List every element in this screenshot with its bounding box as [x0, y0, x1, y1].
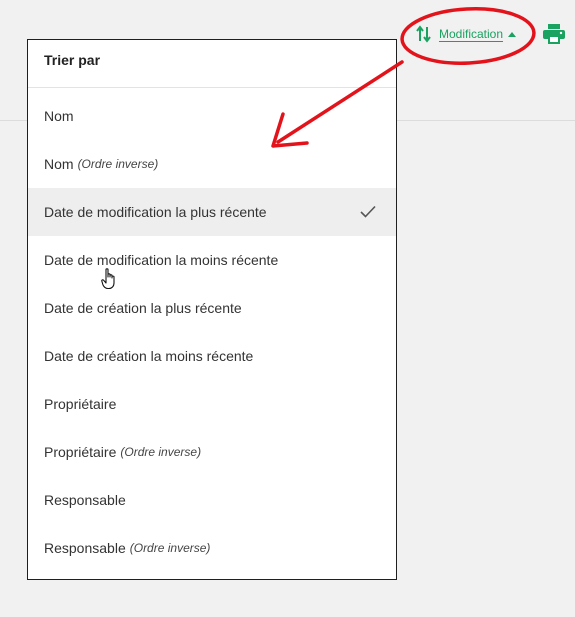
option-label: Date de création la moins récente — [44, 348, 254, 364]
option-note: (Ordre inverse) — [129, 541, 211, 555]
checkmark-icon — [360, 205, 376, 221]
dropdown-title: Trier par — [28, 40, 396, 88]
print-button[interactable] — [543, 24, 565, 49]
sort-options-list: Nom Nom (Ordre inverse) Date de modifica… — [28, 88, 396, 572]
sort-button[interactable]: Modification — [416, 22, 517, 46]
option-label: Nom — [44, 156, 74, 172]
option-label: Responsable — [44, 492, 126, 508]
sort-option-modified-newest[interactable]: Date de modification la plus récente — [28, 188, 396, 236]
option-label: Responsable — [44, 540, 126, 556]
sort-option-owner[interactable]: Propriétaire — [28, 380, 396, 428]
sort-option-name-reverse[interactable]: Nom (Ordre inverse) — [28, 140, 396, 188]
option-note: (Ordre inverse) — [120, 445, 202, 459]
option-label: Nom — [44, 108, 74, 124]
sort-dropdown-menu: Trier par Nom Nom (Ordre inverse) Date d… — [27, 39, 397, 580]
sort-label[interactable]: Modification — [439, 27, 504, 42]
option-label: Date de création la plus récente — [44, 300, 242, 316]
option-note: (Ordre inverse) — [77, 157, 159, 171]
option-label: Propriétaire — [44, 396, 117, 412]
sort-option-created-oldest[interactable]: Date de création la moins récente — [28, 332, 396, 380]
caret-up-icon — [508, 31, 517, 37]
sort-option-created-newest[interactable]: Date de création la plus récente — [28, 284, 396, 332]
option-label: Date de modification la moins récente — [44, 252, 279, 268]
printer-icon — [543, 24, 565, 48]
sort-option-owner-reverse[interactable]: Propriétaire (Ordre inverse) — [28, 428, 396, 476]
option-label: Propriétaire — [44, 444, 117, 460]
sort-option-assignee-reverse[interactable]: Responsable (Ordre inverse) — [28, 524, 396, 572]
sort-option-assignee[interactable]: Responsable — [28, 476, 396, 524]
sort-arrows-icon — [416, 25, 432, 43]
sort-option-modified-oldest[interactable]: Date de modification la moins récente — [28, 236, 396, 284]
sort-option-name[interactable]: Nom — [28, 92, 396, 140]
option-label: Date de modification la plus récente — [44, 204, 267, 220]
